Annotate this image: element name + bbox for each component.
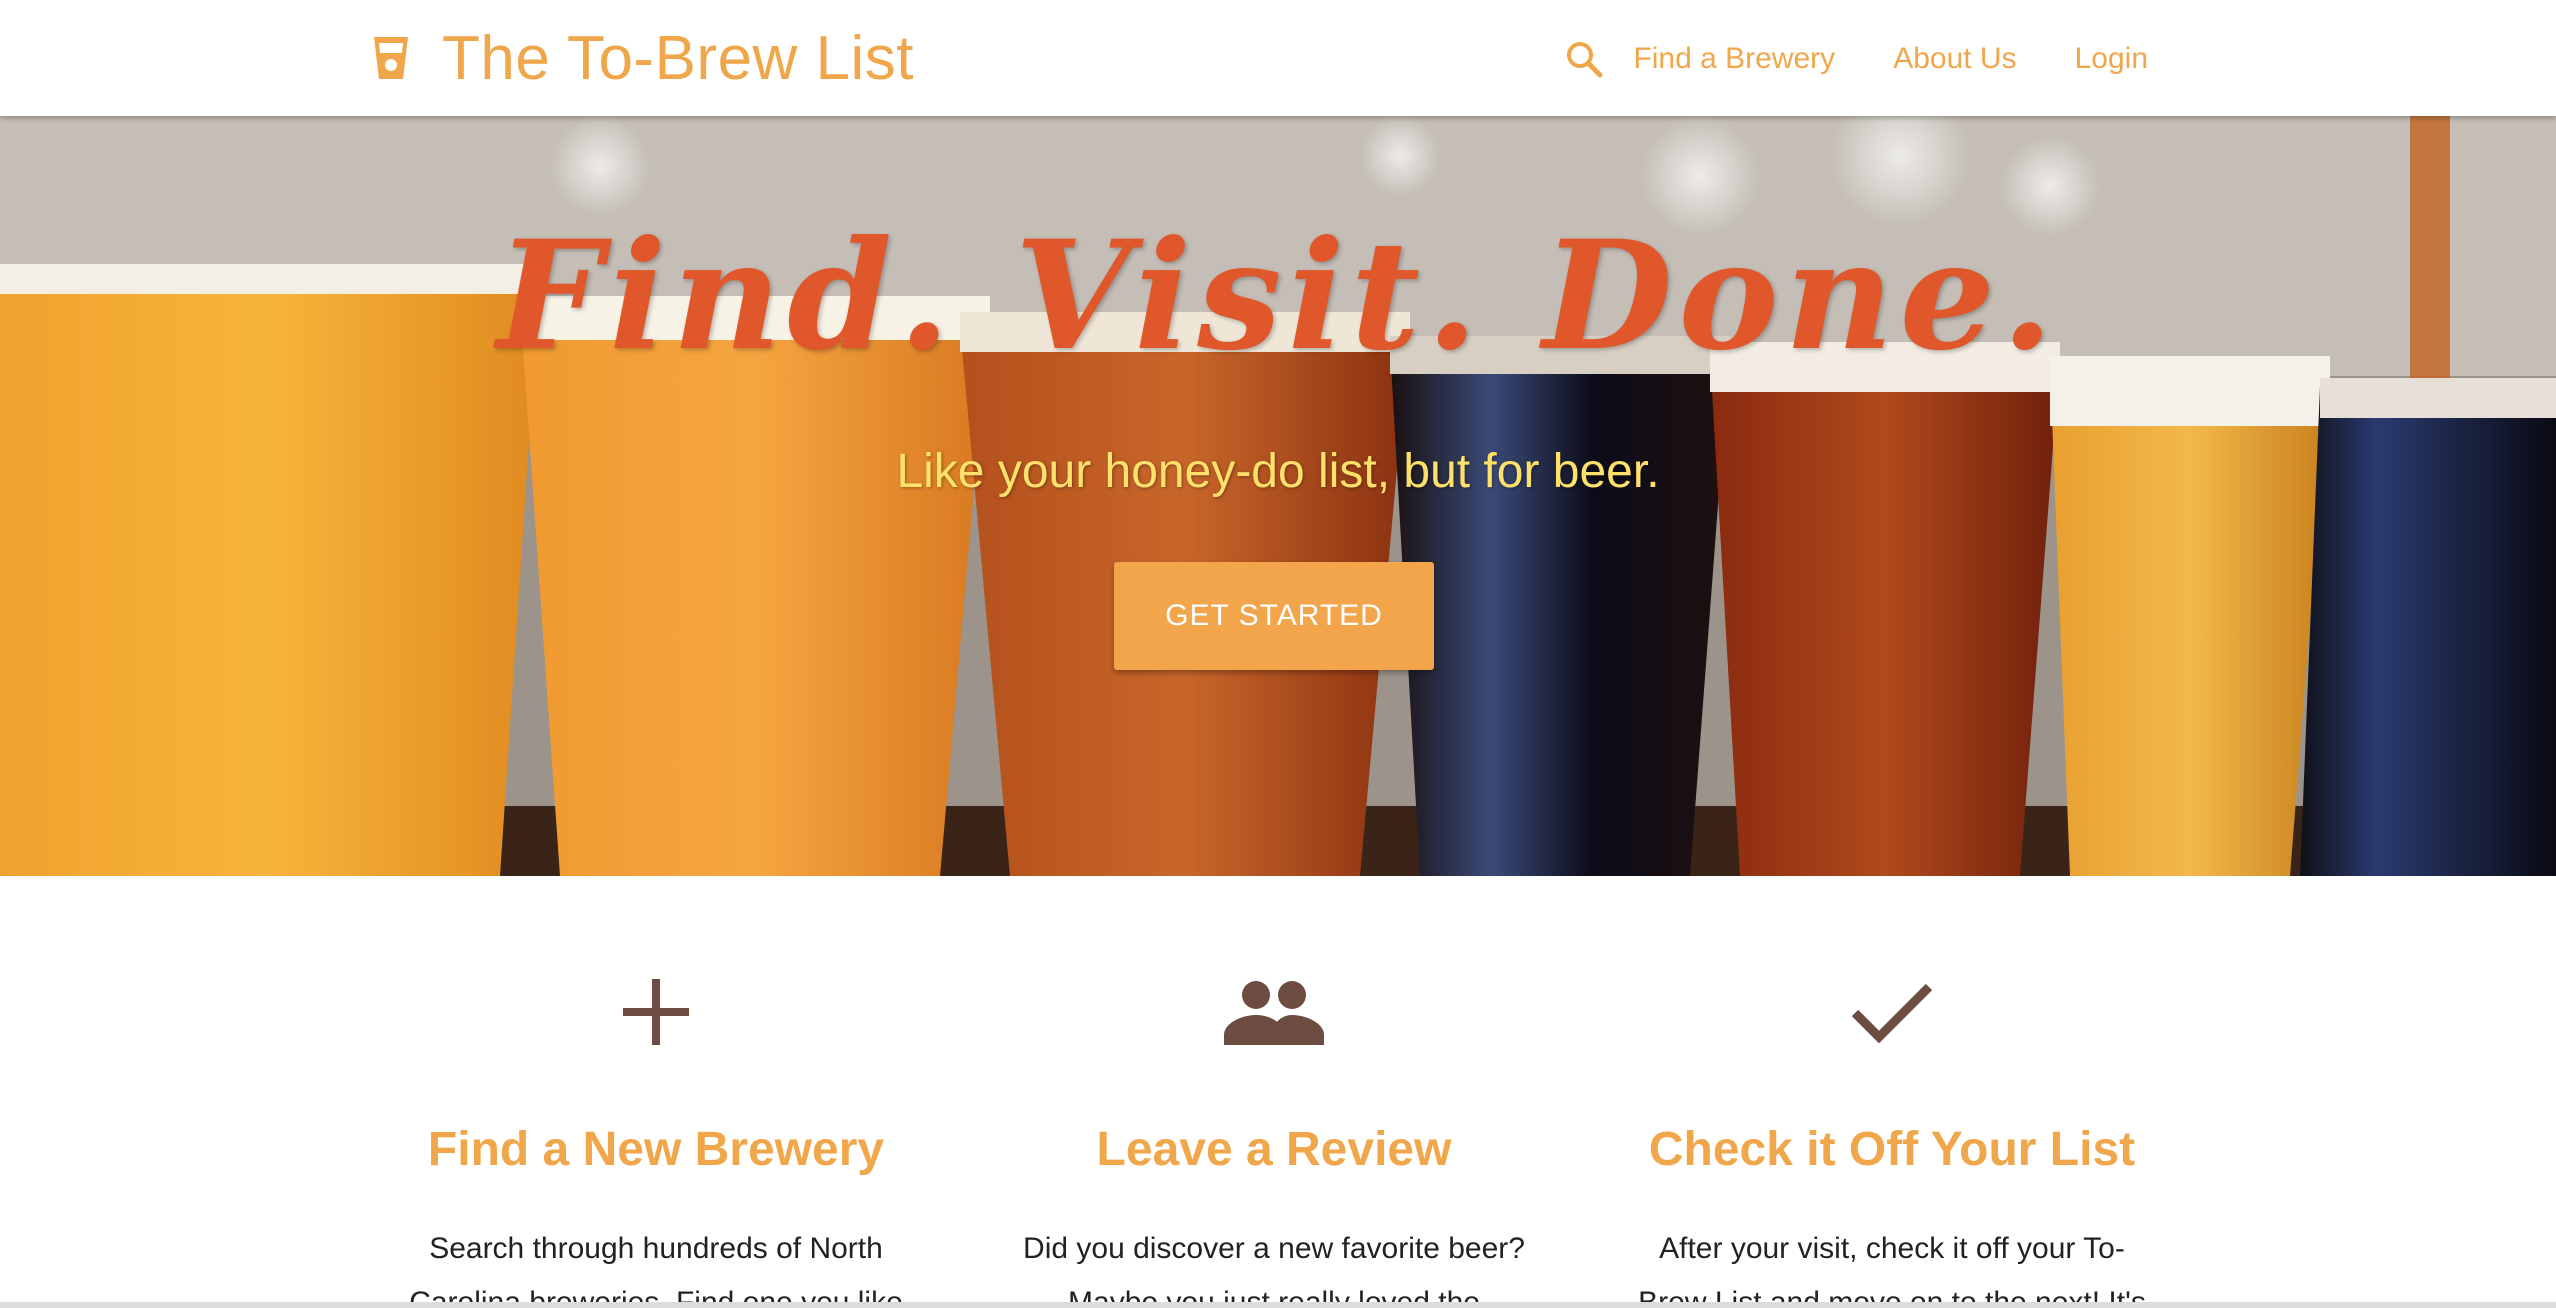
get-started-button[interactable]: GET STARTED [1114, 562, 1434, 670]
top-navbar: The To-Brew List Find a Brewery About Us… [0, 0, 2556, 116]
features-section: Find a New Brewery Search through hundre… [0, 876, 2556, 1308]
brand-link[interactable]: The To-Brew List [372, 18, 914, 98]
hero-banner: Find. Visit. Done. Like your honey-do li… [0, 116, 2556, 876]
feature-title: Check it Off Your List [1648, 1123, 2136, 1176]
horizontal-scrollbar[interactable] [0, 1302, 2556, 1308]
beer-glass-icon [372, 35, 410, 81]
hero-subheading: Like your honey-do list, but for beer. [896, 445, 1660, 498]
brand-title: The To-Brew List [442, 23, 915, 93]
check-icon [1632, 972, 2152, 1052]
feature-title: Find a New Brewery [427, 1123, 885, 1176]
feature-description: After your visit, check it off your To-B… [1638, 1232, 2146, 1308]
nav-link-login[interactable]: Login [2075, 42, 2148, 76]
feature-title: Leave a Review [1096, 1123, 1452, 1176]
nav-link-about-us[interactable]: About Us [1893, 42, 2016, 76]
add-icon [396, 972, 916, 1052]
nav-menu: Find a Brewery About Us Login [1565, 24, 2148, 94]
feature-description: Did you discover a new favorite beer? Ma… [1023, 1232, 1525, 1308]
nav-link-find-brewery[interactable]: Find a Brewery [1633, 42, 1835, 76]
feature-description: Search through hundreds of North Carolin… [409, 1232, 903, 1308]
hero-heading: Find. Visit. Done. [496, 208, 2060, 384]
search-icon[interactable] [1565, 40, 1603, 78]
people-icon [1014, 972, 1534, 1052]
